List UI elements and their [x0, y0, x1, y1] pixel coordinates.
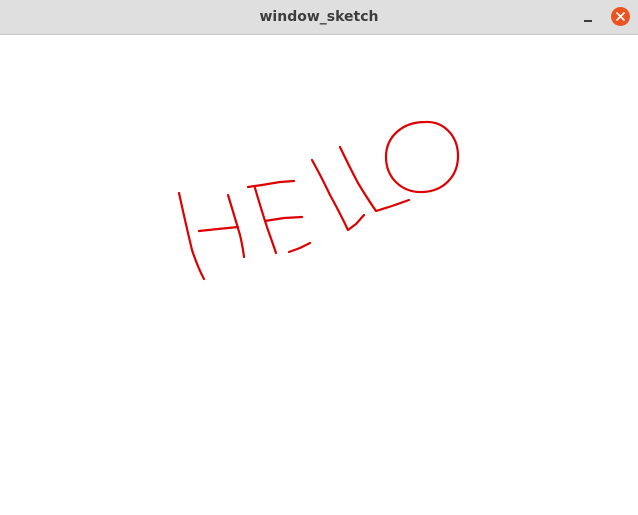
stroke-h-left [177, 191, 206, 281]
window-title: window_sketch [259, 9, 379, 25]
stroke-e-top [246, 179, 296, 189]
minimize-icon [584, 20, 592, 22]
stroke-l1 [310, 158, 366, 232]
minimize-button[interactable] [578, 8, 598, 28]
stroke-e-bottom [287, 241, 312, 254]
app-window: window_sketch [0, 0, 638, 515]
title-bar[interactable]: window_sketch [0, 0, 638, 35]
stroke-l2 [338, 145, 411, 213]
stroke-e-middle [263, 215, 304, 223]
close-button[interactable] [611, 7, 630, 26]
stroke-h-right [226, 193, 246, 259]
stroke-h-cross [197, 225, 240, 233]
close-icon [616, 12, 625, 21]
sketch-canvas[interactable] [0, 36, 638, 515]
sketch-drawing [177, 120, 460, 281]
stroke-o [384, 120, 460, 194]
